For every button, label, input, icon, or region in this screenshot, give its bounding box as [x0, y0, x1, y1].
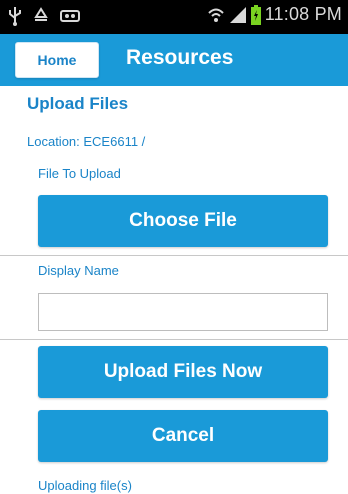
upload-files-now-button[interactable]: Upload Files Now [38, 346, 328, 398]
page-title: Resources [126, 46, 234, 69]
app-header: Home Resources [0, 34, 348, 86]
status-bar: 11:08 PM [0, 0, 348, 34]
home-button[interactable]: Home [15, 42, 99, 78]
app-screen: 11:08 PM Home Resources Upload Files Loc… [0, 0, 348, 494]
location-path: Location: ECE6611 / [27, 134, 146, 149]
upload-files-heading: Upload Files [27, 94, 129, 113]
signal-icon [229, 6, 247, 24]
status-time: 11:08 PM [264, 4, 342, 24]
usb-icon [8, 6, 22, 26]
voicemail-icon [60, 9, 80, 23]
wifi-icon [207, 6, 225, 24]
choose-file-button[interactable]: Choose File [38, 195, 328, 247]
status-bar-right: 11:08 PM [207, 4, 342, 25]
battery-icon [250, 4, 261, 25]
display-name-input[interactable] [38, 293, 328, 331]
divider [0, 255, 348, 256]
file-to-upload-label: File To Upload [38, 166, 121, 181]
status-bar-left-icons [8, 6, 80, 26]
display-name-label: Display Name [38, 263, 119, 278]
uploading-status: Uploading file(s) [38, 478, 132, 493]
cancel-button[interactable]: Cancel [38, 410, 328, 462]
recycle-icon [32, 7, 50, 25]
divider [0, 339, 348, 340]
